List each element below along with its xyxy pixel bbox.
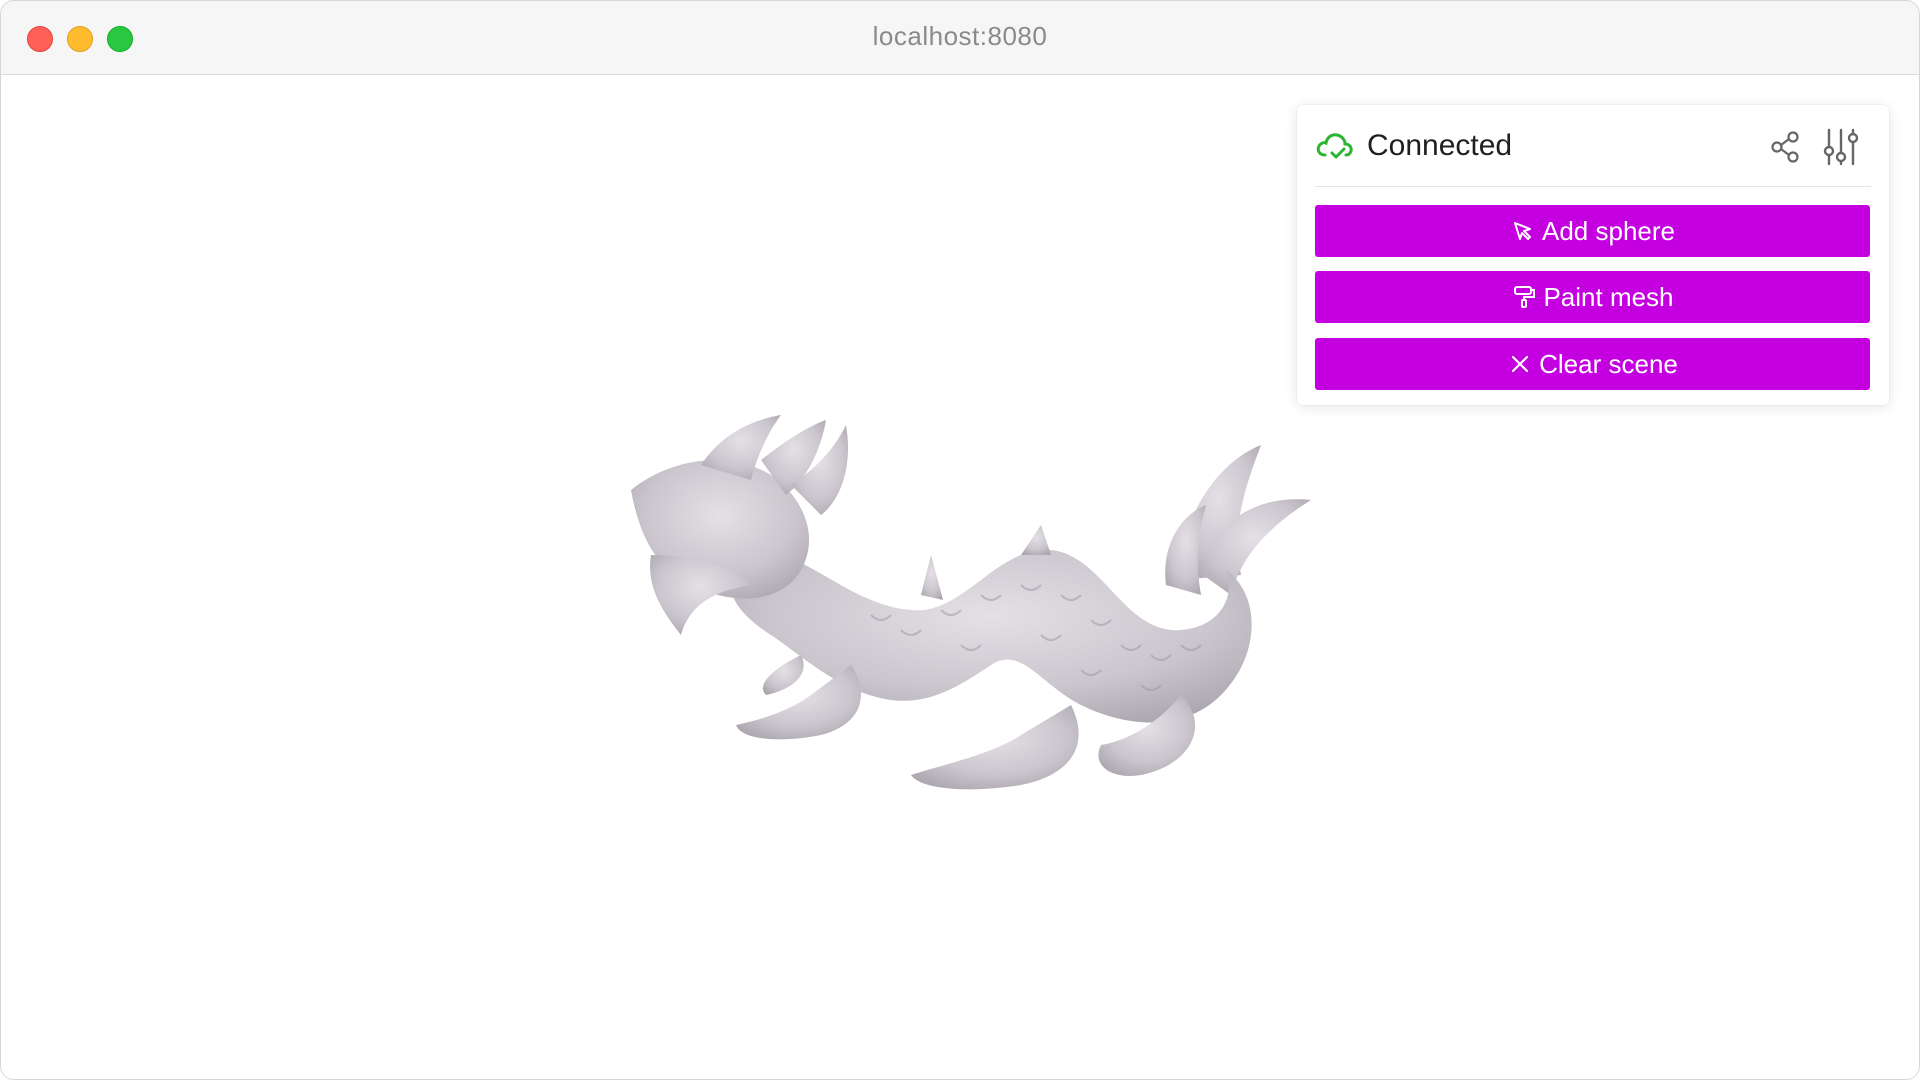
- control-panel: Connected Add sphere Paint mesh Clear sc…: [1297, 105, 1889, 405]
- window-url: localhost:8080: [872, 21, 1048, 51]
- panel-header: Connected: [1315, 105, 1871, 187]
- add-sphere-button[interactable]: Add sphere: [1315, 205, 1870, 257]
- connection-status: Connected: [1367, 129, 1513, 162]
- clear-scene-label: Clear scene: [1539, 348, 1678, 379]
- paint-mesh-label: Paint mesh: [1543, 281, 1674, 312]
- share-icon[interactable]: [1765, 127, 1805, 167]
- sliders-icon[interactable]: [1821, 127, 1861, 167]
- close-icon: [1512, 355, 1529, 373]
- dragon-mesh[interactable]: [621, 405, 1321, 855]
- cloud-check-icon: [1316, 133, 1353, 159]
- browser-window: localhost:8080 Connected Add sphere Pain…: [0, 0, 1920, 1080]
- clear-scene-button[interactable]: Clear scene: [1315, 338, 1870, 390]
- paint-mesh-button[interactable]: Paint mesh: [1315, 271, 1870, 323]
- paint-roller-icon: [1514, 286, 1536, 308]
- title-bar: localhost:8080: [1, 1, 1919, 75]
- cursor-click-icon: [1514, 222, 1531, 240]
- add-sphere-label: Add sphere: [1542, 215, 1675, 246]
